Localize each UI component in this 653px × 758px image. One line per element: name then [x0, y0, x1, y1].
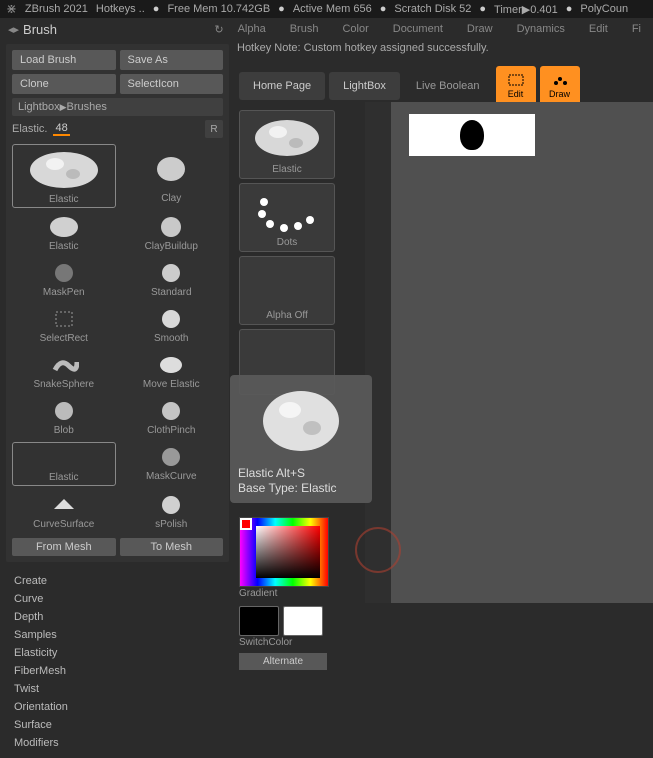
panel-title: Brush: [19, 22, 57, 37]
menu-bar: ◂▸ Brush ↻ Alpha Brush Color Document Dr…: [0, 18, 653, 40]
brush-elastic[interactable]: Elastic: [12, 144, 116, 208]
menu-brush[interactable]: Brush: [286, 23, 323, 35]
stroke-preview[interactable]: Dots: [239, 183, 335, 252]
brush-curvesurface[interactable]: CurveSurface: [12, 490, 116, 532]
prop-orientation[interactable]: Orientation: [14, 698, 221, 716]
menu-color[interactable]: Color: [338, 23, 372, 35]
to-mesh-button[interactable]: To Mesh: [120, 538, 224, 556]
color-picker[interactable]: [239, 517, 329, 587]
title-bar: ⋇ ZBrush 2021 Hotkeys .. ●Free Mem 10.74…: [0, 0, 653, 18]
slider-label: Elastic.: [12, 123, 47, 135]
hotkeys-label: Hotkeys ..: [96, 3, 145, 15]
brush-panel: Load Brush Save As Clone SelectIcon Ligh…: [6, 44, 229, 562]
brush-grid: Elastic Clay Elastic ClayBuildup MaskPen…: [12, 144, 223, 532]
alternate-button[interactable]: Alternate: [239, 653, 327, 670]
prop-modifiers[interactable]: Modifiers: [14, 734, 221, 752]
brush-elastic-3[interactable]: Elastic: [12, 442, 116, 486]
free-mem: Free Mem 10.742GB: [167, 3, 270, 15]
gradient-label: Gradient: [239, 587, 365, 600]
edit-mode-button[interactable]: Edit: [496, 66, 536, 106]
brush-smooth[interactable]: Smooth: [120, 304, 224, 346]
brush-maskcurve[interactable]: MaskCurve: [120, 442, 224, 486]
brush-claybuildup[interactable]: ClayBuildup: [120, 212, 224, 254]
prop-curve[interactable]: Curve: [14, 590, 221, 608]
brush-snakesphere[interactable]: SnakeSphere: [12, 350, 116, 392]
prop-samples[interactable]: Samples: [14, 626, 221, 644]
prop-create[interactable]: Create: [14, 572, 221, 590]
tooltip-title: Elastic Alt+S: [238, 465, 364, 481]
draw-mode-button[interactable]: Draw: [540, 66, 580, 106]
save-as-button[interactable]: Save As: [120, 50, 224, 70]
menu-document[interactable]: Document: [389, 23, 447, 35]
slider-value: 48: [53, 122, 69, 136]
prop-twist[interactable]: Twist: [14, 680, 221, 698]
brush-tooltip: Elastic Alt+S Base Type: Elastic: [230, 375, 372, 503]
menu-dynamics[interactable]: Dynamics: [513, 23, 569, 35]
top-menu: Alpha Brush Color Document Draw Dynamics…: [234, 23, 645, 35]
prop-fibermesh[interactable]: FiberMesh: [14, 662, 221, 680]
document-thumbnail: [409, 114, 535, 156]
app-logo-icon: ⋇: [6, 1, 17, 17]
menu-alpha[interactable]: Alpha: [234, 23, 270, 35]
canvas[interactable]: [391, 102, 653, 603]
brush-cursor-icon: [355, 527, 401, 573]
brush-slider[interactable]: Elastic. 48 R: [12, 120, 223, 138]
select-icon-button[interactable]: SelectIcon: [120, 74, 224, 94]
brush-spolish[interactable]: sPolish: [120, 490, 224, 532]
brush-clothpinch[interactable]: ClothPinch: [120, 396, 224, 438]
menu-edit[interactable]: Edit: [585, 23, 612, 35]
swatch-secondary[interactable]: [283, 606, 323, 636]
r-button[interactable]: R: [205, 120, 223, 138]
clone-button[interactable]: Clone: [12, 74, 116, 94]
load-brush-button[interactable]: Load Brush: [12, 50, 116, 70]
brush-moveelastic[interactable]: Move Elastic: [120, 350, 224, 392]
tooltip-subtitle: Base Type: Elastic: [238, 481, 364, 495]
brush-blob[interactable]: Blob: [12, 396, 116, 438]
brush-elastic-2[interactable]: Elastic: [12, 212, 116, 254]
prop-depth[interactable]: Depth: [14, 608, 221, 626]
timer: Timer▶0.401: [494, 3, 558, 16]
brush-maskpen[interactable]: MaskPen: [12, 258, 116, 300]
prop-surface[interactable]: Surface: [14, 716, 221, 734]
app-name: ZBrush 2021: [25, 3, 88, 15]
brush-preview[interactable]: Elastic: [239, 110, 335, 179]
reset-icon[interactable]: ↻: [214, 23, 223, 36]
menu-draw[interactable]: Draw: [463, 23, 497, 35]
brush-clay[interactable]: Clay: [120, 144, 224, 208]
tooltip-thumb-icon: [257, 383, 345, 459]
lightbox-tab[interactable]: LightBox: [329, 72, 400, 100]
alpha-preview[interactable]: Alpha Off: [239, 256, 335, 325]
polycount: PolyCoun: [580, 3, 628, 15]
brush-standard[interactable]: Standard: [120, 258, 224, 300]
from-mesh-button[interactable]: From Mesh: [12, 538, 116, 556]
home-page-tab[interactable]: Home Page: [239, 72, 325, 100]
live-boolean-toggle[interactable]: Live Boolean: [404, 80, 492, 92]
edit-icon: [507, 73, 525, 87]
brush-selectrect[interactable]: SelectRect: [12, 304, 116, 346]
switchcolor-label[interactable]: SwitchColor: [239, 636, 365, 649]
toggle-arrow-icon[interactable]: ◂▸: [8, 23, 19, 36]
prop-elasticity[interactable]: Elasticity: [14, 644, 221, 662]
scratch-disk: Scratch Disk 52: [394, 3, 471, 15]
color-selection-icon: [240, 518, 252, 530]
property-list: Create Curve Depth Samples Elasticity Fi…: [0, 566, 235, 758]
sculpt-blob-icon: [460, 120, 484, 150]
active-mem: Active Mem 656: [293, 3, 372, 15]
menu-fi[interactable]: Fi: [628, 23, 645, 35]
canvas-column: [365, 102, 653, 603]
swatch-main[interactable]: [239, 606, 279, 636]
draw-icon: [551, 73, 569, 87]
lightbox-path[interactable]: Lightbox▶Brushes: [12, 98, 223, 116]
